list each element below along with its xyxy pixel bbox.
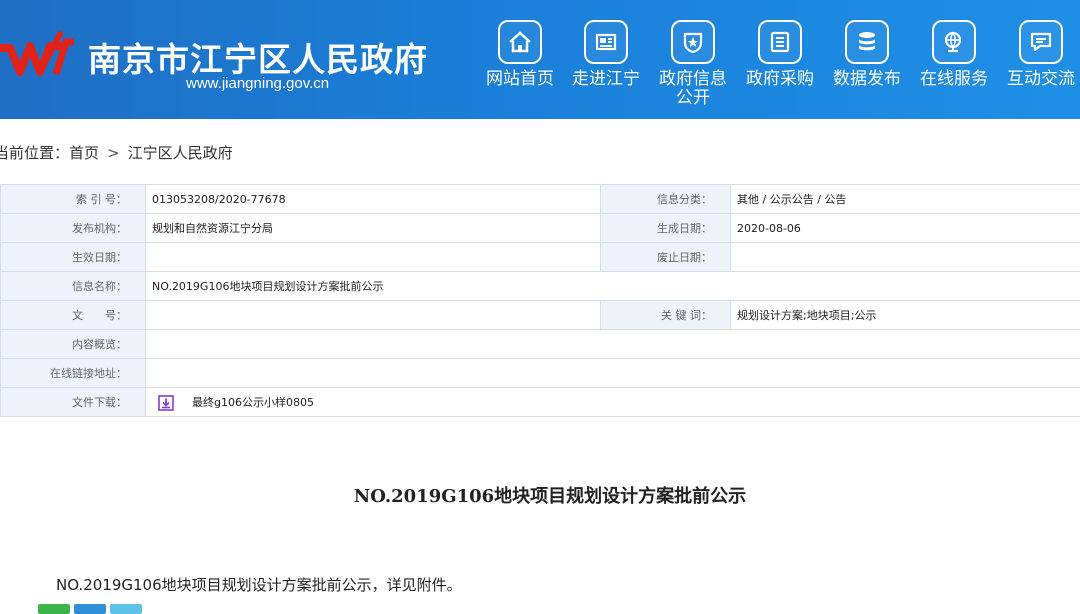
- info-name-label: 信息名称：: [1, 272, 146, 301]
- nav-item-data[interactable]: 数据发布: [825, 14, 909, 114]
- info-table: 索 引 号： 013053208/2020-77678 信息分类： 其他 / 公…: [0, 184, 1080, 417]
- nav-item-interaction[interactable]: 互动交流: [999, 14, 1080, 114]
- abolished-date-value: [731, 243, 1080, 272]
- table-row: 索 引 号： 013053208/2020-77678 信息分类： 其他 / 公…: [1, 185, 1080, 214]
- table-row: 在线链接地址：: [1, 359, 1080, 388]
- nav-label: 政府采购: [738, 70, 822, 89]
- doc-number-value: [146, 301, 601, 330]
- file-download-label: 文件下载：: [1, 388, 146, 417]
- info-name-value: NO.2019G106地块项目规划设计方案批前公示: [146, 272, 1080, 301]
- publisher-value: 规划和自然资源江宁分局: [146, 214, 601, 243]
- nav-label: 网站首页: [478, 70, 562, 89]
- breadcrumb-separator: >: [107, 144, 120, 162]
- keywords-value: 规划设计方案;地块项目;公示: [731, 301, 1080, 330]
- generated-date-value: 2020-08-06: [731, 214, 1080, 243]
- index-value: 013053208/2020-77678: [146, 185, 601, 214]
- table-row: 信息名称： NO.2019G106地块项目规划设计方案批前公示: [1, 272, 1080, 301]
- online-link-value: [146, 359, 1080, 388]
- category-label: 信息分类：: [601, 185, 731, 214]
- share-qzone-button[interactable]: [110, 604, 142, 614]
- breadcrumb: 当前位置：首页 > 江宁区人民政府: [0, 142, 233, 163]
- list-icon: [758, 20, 802, 64]
- shield-star-icon: [671, 20, 715, 64]
- nav-label: 在线服务: [912, 70, 996, 89]
- publisher-label: 发布机构：: [1, 214, 146, 243]
- table-row: 生效日期： 废止日期：: [1, 243, 1080, 272]
- share-weibo-button[interactable]: [74, 604, 106, 614]
- generated-date-label: 生成日期：: [601, 214, 731, 243]
- index-label: 索 引 号：: [1, 185, 146, 214]
- breadcrumb-home-link[interactable]: 首页: [69, 144, 99, 162]
- doc-number-label: 文 号：: [1, 301, 146, 330]
- abolished-date-label: 废止日期：: [601, 243, 731, 272]
- effective-date-value: [146, 243, 601, 272]
- site-url: www.jiangning.gov.cn: [186, 75, 329, 92]
- nav-item-gov-info[interactable]: 政府信息 公开: [651, 14, 735, 114]
- nav-label: 走进江宁: [564, 70, 648, 89]
- category-value: 其他 / 公示公告 / 公告: [731, 185, 1080, 214]
- share-wechat-button[interactable]: [38, 604, 70, 614]
- breadcrumb-current-link[interactable]: 江宁区人民政府: [128, 144, 233, 162]
- effective-date-label: 生效日期：: [1, 243, 146, 272]
- nav-label: 互动交流: [999, 70, 1080, 89]
- table-row: 文 号： 关 键 词： 规划设计方案;地块项目;公示: [1, 301, 1080, 330]
- overview-value: [146, 330, 1080, 359]
- site-header: 南京市江宁区人民政府 www.jiangning.gov.cn 网站首页 走进江…: [0, 0, 1080, 119]
- newspaper-icon: [584, 20, 628, 64]
- nav-item-online-service[interactable]: 在线服务: [912, 14, 996, 114]
- overview-label: 内容概览：: [1, 330, 146, 359]
- nav-item-procurement[interactable]: 政府采购: [738, 14, 822, 114]
- online-link-label: 在线链接地址：: [1, 359, 146, 388]
- article-title: NO.2019G106地块项目规划设计方案批前公示: [0, 482, 1080, 508]
- table-row: 内容概览：: [1, 330, 1080, 359]
- table-row: 发布机构： 规划和自然资源江宁分局 生成日期： 2020-08-06: [1, 214, 1080, 243]
- globe-person-icon: [932, 20, 976, 64]
- nav-label: 政府信息 公开: [651, 70, 735, 108]
- breadcrumb-prefix: 当前位置：: [0, 144, 69, 162]
- table-row: 文件下载： 最终g106公示小样0805: [1, 388, 1080, 417]
- download-icon[interactable]: [158, 395, 174, 411]
- download-file-link[interactable]: 最终g106公示小样0805: [192, 396, 314, 409]
- chat-icon: [1019, 20, 1063, 64]
- database-icon: [845, 20, 889, 64]
- file-download-cell: 最终g106公示小样0805: [146, 388, 1080, 417]
- nav-label: 数据发布: [825, 70, 909, 89]
- keywords-label: 关 键 词：: [601, 301, 731, 330]
- jiangning-logo-icon[interactable]: [0, 26, 76, 86]
- home-icon: [498, 20, 542, 64]
- nav-item-about[interactable]: 走进江宁: [564, 14, 648, 114]
- nav-item-home[interactable]: 网站首页: [478, 14, 562, 114]
- site-title[interactable]: 南京市江宁区人民政府: [88, 33, 428, 81]
- article-body: NO.2019G106地块项目规划设计方案批前公示，详见附件。: [56, 574, 462, 595]
